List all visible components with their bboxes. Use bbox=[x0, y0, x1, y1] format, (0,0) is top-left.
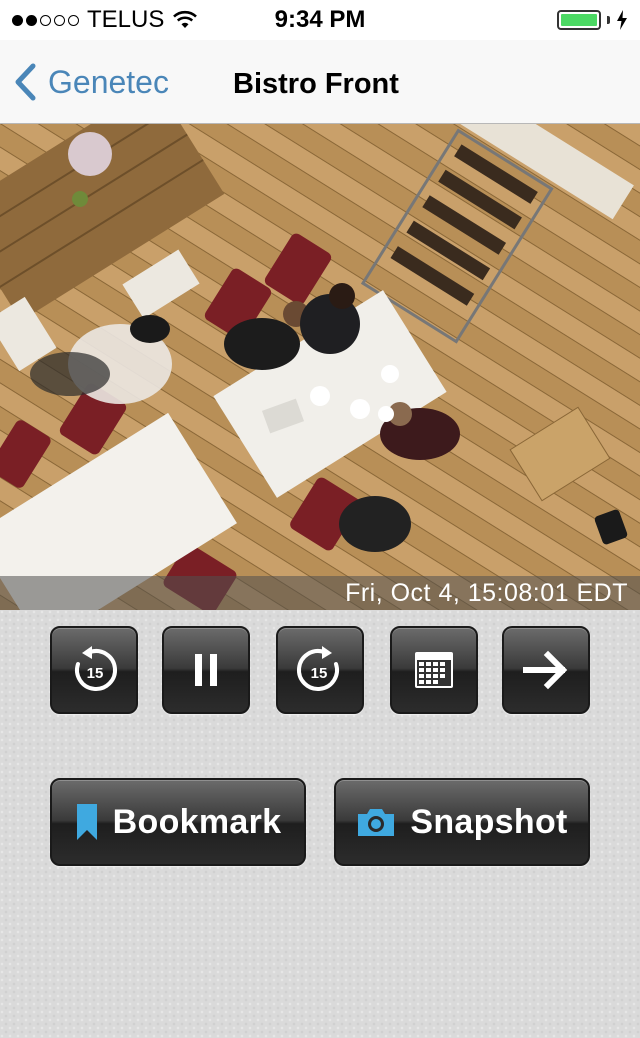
bookmark-button[interactable]: Bookmark bbox=[50, 778, 306, 866]
bookmark-icon bbox=[76, 804, 97, 840]
charging-bolt-icon bbox=[617, 10, 627, 30]
arrow-right-icon bbox=[523, 650, 568, 690]
forward-15-button[interactable]: 15 bbox=[276, 626, 364, 714]
playback-controls-panel: 15 15 Bookmark Snapshot bbox=[0, 610, 640, 1038]
snapshot-button[interactable]: Snapshot bbox=[334, 778, 590, 866]
calendar-button[interactable] bbox=[390, 626, 478, 714]
rewind-15-button[interactable]: 15 bbox=[50, 626, 138, 714]
status-time: 9:34 PM bbox=[274, 6, 366, 33]
snapshot-label: Snapshot bbox=[410, 802, 568, 841]
back-button[interactable]: Genetec bbox=[14, 60, 169, 104]
forward-15-icon: 15 bbox=[297, 646, 339, 691]
forward-seconds-label: 15 bbox=[311, 665, 328, 682]
video-timestamp: Fri, Oct 4, 15:08:01 EDT bbox=[345, 579, 628, 607]
battery-icon bbox=[557, 10, 601, 30]
status-bar: TELUS 9:34 PM bbox=[0, 0, 640, 40]
back-label: Genetec bbox=[48, 63, 169, 100]
video-frame-image bbox=[0, 124, 640, 610]
rewind-15-icon: 15 bbox=[75, 646, 117, 691]
go-live-button[interactable] bbox=[502, 626, 590, 714]
pause-icon bbox=[195, 654, 217, 686]
pause-button[interactable] bbox=[162, 626, 250, 714]
camera-icon bbox=[358, 809, 395, 836]
navigation-bar: Genetec Bistro Front bbox=[0, 40, 640, 124]
bookmark-label: Bookmark bbox=[112, 802, 282, 841]
status-right bbox=[557, 8, 628, 32]
timestamp-bar: Fri, Oct 4, 15:08:01 EDT bbox=[0, 576, 640, 610]
calendar-icon bbox=[415, 652, 453, 688]
chevron-left-icon bbox=[15, 63, 36, 101]
page-title: Bistro Front bbox=[233, 68, 399, 100]
rewind-seconds-label: 15 bbox=[87, 665, 104, 682]
battery-cap bbox=[607, 16, 610, 24]
camera-video-feed[interactable]: Fri, Oct 4, 15:08:01 EDT bbox=[0, 124, 640, 610]
